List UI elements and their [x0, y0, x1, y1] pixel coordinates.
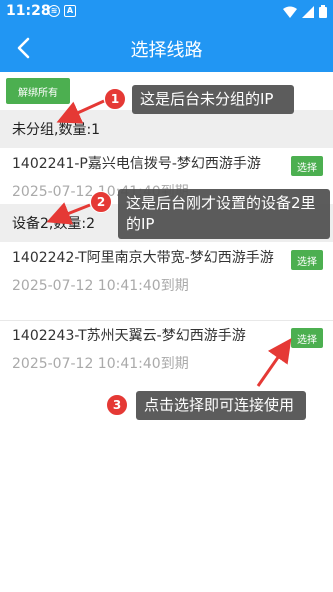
annotation-callout-3: 点击选择即可连接使用 — [136, 391, 306, 420]
annotation-callout-2: 这是后台刚才设置的设备2里的IP — [118, 189, 330, 239]
divider — [0, 320, 333, 321]
annotation-callout-1: 这是后台未分组的IP — [132, 85, 294, 114]
select-button[interactable]: 选择 — [291, 328, 323, 348]
select-button[interactable]: 选择 — [291, 250, 323, 270]
page-title: 选择线路 — [130, 40, 203, 61]
annotation-badge-3: 3 — [106, 394, 128, 416]
status-bar: 11:28 ≋ A — [0, 0, 333, 24]
line-name: 1402242-T阿里南京大带宽-梦幻西游手游 — [12, 250, 274, 266]
group-header-ungrouped: 未分组,数量:1 — [0, 110, 333, 148]
line-name: 1402241-P嘉兴电信拨号-梦幻西游手游 — [12, 156, 261, 172]
app-bar: 选择线路 — [0, 24, 333, 72]
line-expire: 2025-07-12 10:41:40到期 — [12, 356, 189, 372]
line-name: 1402243-T苏州天翼云-梦幻西游手游 — [12, 328, 246, 344]
list-item[interactable]: 1402243-T苏州天翼云-梦幻西游手游 2025-07-12 10:41:4… — [0, 326, 333, 373]
battery-icon — [319, 5, 327, 18]
status-icons-left: ≋ A — [48, 5, 76, 17]
signal-icon — [302, 5, 314, 18]
status-icons-right — [283, 5, 327, 18]
annotation-badge-2: 2 — [90, 191, 112, 213]
wifi-icon — [283, 6, 297, 18]
list-item[interactable]: 1402242-T阿里南京大带宽-梦幻西游手游 2025-07-12 10:41… — [0, 248, 333, 295]
data-saver-icon: ≋ — [48, 5, 60, 17]
select-button[interactable]: 选择 — [291, 156, 323, 176]
line-expire: 2025-07-12 10:41:40到期 — [12, 278, 189, 294]
annotation-badge-1: 1 — [104, 88, 126, 110]
status-time: 11:28 — [6, 3, 51, 19]
unbind-all-button[interactable]: 解绑所有 — [6, 78, 70, 104]
alert-icon: A — [64, 5, 76, 17]
